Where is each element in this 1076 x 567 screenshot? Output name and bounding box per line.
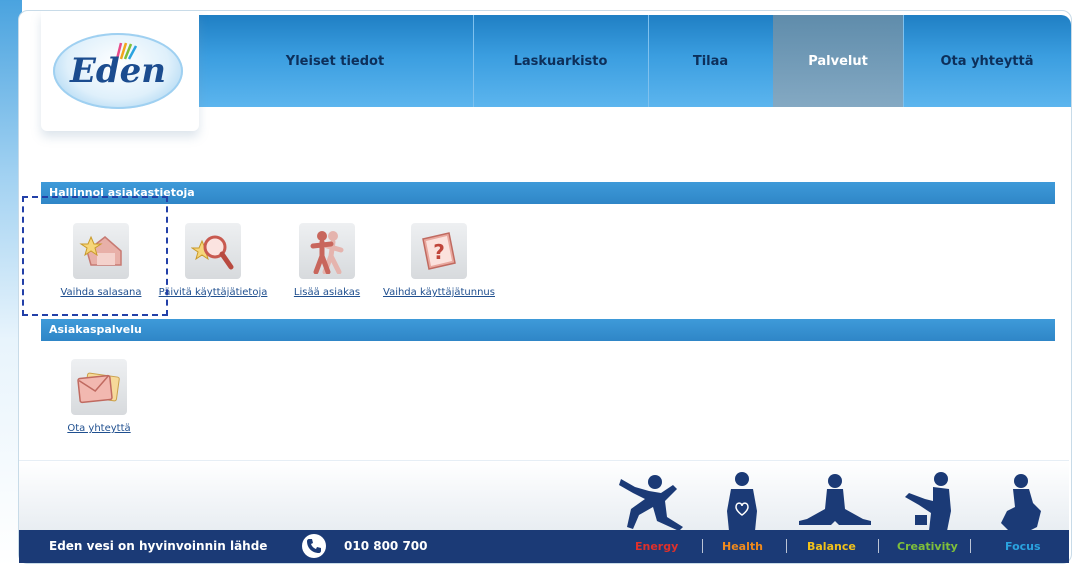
nav-label: Palvelut xyxy=(808,53,868,69)
value-health: Health xyxy=(722,540,763,553)
value-focus: Focus xyxy=(1005,540,1041,553)
eden-logo: Eden xyxy=(53,33,183,109)
service-label: Lisää asiakas xyxy=(293,287,361,298)
silhouette-band xyxy=(19,460,1069,531)
service-lisaa-asiakas[interactable]: Lisää asiakas xyxy=(273,223,381,298)
service-label: Vaihda käyttäjätunnus xyxy=(383,287,495,298)
footer-tagline: Eden vesi on hyvinvoinnin lähde xyxy=(49,539,268,553)
service-vaihda-kayttajatunnus[interactable]: ? Vaihda käyttäjätunnus xyxy=(377,223,501,298)
service-label: Päivitä käyttäjätietoja xyxy=(158,287,268,298)
main-navigation: Yleiset tiedot Laskuarkisto Tilaa Palvel… xyxy=(197,15,1071,107)
section-header-service: Asiakaspalvelu xyxy=(41,319,1055,341)
nav-ota-yhteytta[interactable]: Ota yhteyttä xyxy=(903,15,1071,107)
service-label: Vaihda salasana xyxy=(60,287,142,298)
service-paivita-kayttajatietoja[interactable]: Päivitä käyttäjätietoja xyxy=(155,223,271,298)
health-figure-icon xyxy=(727,472,757,531)
svg-text:?: ? xyxy=(433,240,445,264)
envelope-icon xyxy=(71,359,127,415)
nav-tilaa[interactable]: Tilaa xyxy=(648,15,774,107)
nav-label: Ota yhteyttä xyxy=(940,53,1034,69)
creativity-figure-icon xyxy=(905,472,951,531)
value-balance: Balance xyxy=(807,540,856,553)
nav-label: Yleiset tiedot xyxy=(285,53,385,69)
value-separator xyxy=(702,539,703,553)
service-label: Ota yhteyttä xyxy=(67,423,131,434)
focus-figure-icon xyxy=(1001,474,1041,531)
question-book-icon: ? xyxy=(411,223,467,279)
people-icon xyxy=(299,223,355,279)
value-separator xyxy=(878,539,879,553)
value-energy: Energy xyxy=(635,540,679,553)
service-vaihda-salasana[interactable]: Vaihda salasana xyxy=(41,223,161,298)
service-ota-yhteytta[interactable]: Ota yhteyttä xyxy=(41,359,157,434)
balance-figure-icon xyxy=(799,474,871,525)
nav-palvelut[interactable]: Palvelut xyxy=(773,15,904,107)
logo-text: Eden xyxy=(69,51,167,91)
nav-laskuarkisto[interactable]: Laskuarkisto xyxy=(473,15,649,107)
magnifier-star-icon xyxy=(185,223,241,279)
value-separator xyxy=(786,539,787,553)
phone-icon xyxy=(302,534,326,558)
nav-yleiset-tiedot[interactable]: Yleiset tiedot xyxy=(197,15,474,107)
nav-label: Laskuarkisto xyxy=(513,53,608,69)
house-star-icon xyxy=(73,223,129,279)
section-header-manage: Hallinnoi asiakastietoja xyxy=(41,182,1055,204)
logo-container[interactable]: Eden xyxy=(41,11,199,131)
value-creativity: Creativity xyxy=(897,540,958,553)
footer-phone-number[interactable]: 010 800 700 xyxy=(344,530,428,563)
energy-figure-icon xyxy=(619,475,683,531)
value-separator xyxy=(970,539,971,553)
nav-label: Tilaa xyxy=(692,53,729,69)
footer-bar: Eden vesi on hyvinvoinnin lähde 010 800 … xyxy=(19,530,1069,563)
